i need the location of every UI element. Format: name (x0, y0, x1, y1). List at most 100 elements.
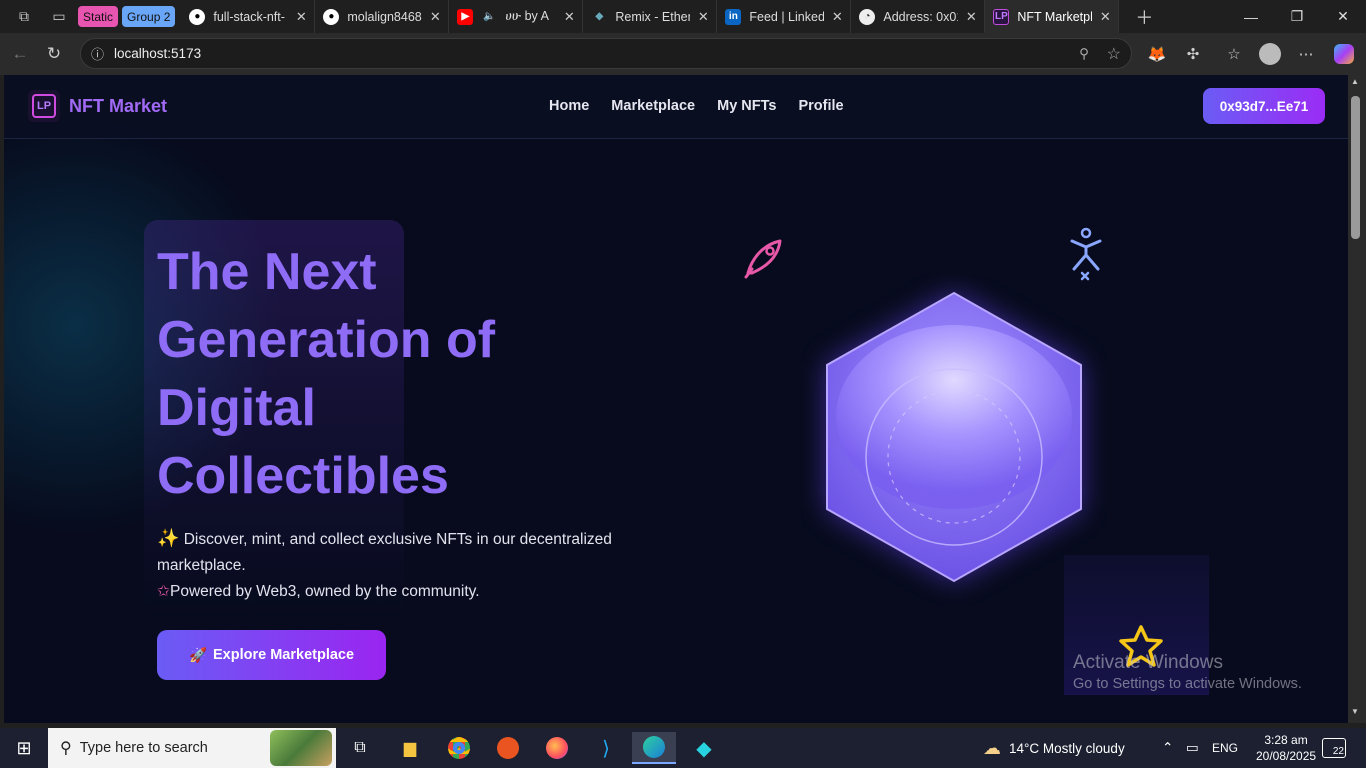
close-window-icon[interactable]: ✕ (1320, 0, 1366, 33)
tab-youtube[interactable]: ▶ 🔈 ሀሁ by A ✕ (449, 0, 584, 33)
scrollbar-thumb[interactable] (1351, 96, 1360, 239)
sparkles-icon: ✨ (157, 528, 180, 548)
github-icon: ● (189, 8, 206, 25)
brand-name[interactable]: NFT Market (69, 96, 167, 117)
edge-icon[interactable] (632, 732, 676, 764)
file-explorer-icon[interactable]: ▆ (388, 732, 432, 764)
close-tab-icon[interactable]: ✕ (696, 9, 710, 25)
nav-marketplace[interactable]: Marketplace (611, 98, 695, 114)
desc-line-2: Powered by Web3, owned by the community. (170, 583, 480, 600)
browser-tabstrip: ⧉ ▭ Static Group 2 ● full-stack-nft- ✕ ● mo… (0, 0, 1366, 33)
url-field[interactable]: ⓘ localhost:5173 ⚲ ☆ (80, 38, 1132, 69)
linkedin-icon: in (725, 8, 742, 25)
lp-icon: LP (993, 8, 1010, 25)
new-tab-icon[interactable]: ＋ (1133, 6, 1155, 28)
activate-windows-subtitle: Go to Settings to activate Windows. (1073, 676, 1302, 692)
back-icon[interactable]: ← (3, 39, 37, 69)
tray-chevron-icon[interactable]: ⌃ (1162, 728, 1173, 768)
restore-icon[interactable]: ❐ (1274, 0, 1320, 33)
youtube-icon: ▶ (457, 8, 474, 25)
tab-nft-marketplace[interactable]: LP NFT Marketpl ✕ (985, 0, 1120, 33)
remix-icon: ◆ (595, 11, 604, 22)
url-text: localhost:5173 (114, 46, 202, 61)
profile-avatar-icon[interactable] (1255, 39, 1285, 69)
nav-links: Home Marketplace My NFTs Profile (549, 98, 844, 114)
tab-group-2[interactable]: Group 2 (122, 6, 176, 27)
task-view-icon[interactable]: ⧉ (338, 732, 382, 764)
chrome-icon[interactable] (437, 732, 481, 764)
favorite-star-icon[interactable]: ☆ (1107, 44, 1121, 64)
favorites-icon[interactable]: ☆ (1219, 39, 1249, 69)
nft-market-page: LP NFT Market Home Marketplace My NFTs P… (4, 75, 1348, 723)
language-indicator[interactable]: ENG (1212, 728, 1238, 768)
rocket-icon: 🚀 (188, 647, 207, 664)
activate-windows-title: Activate Windows (1073, 652, 1223, 673)
zoom-icon[interactable]: ⚲ (1079, 46, 1089, 62)
hero-title-line: Generation of (157, 311, 496, 369)
tab-linkedin[interactable]: in Feed | LinkedI ✕ (717, 0, 852, 33)
tab-full-stack-nft[interactable]: ● full-stack-nft- ✕ (181, 0, 316, 33)
windows-start-icon[interactable]: ⊞ (2, 732, 46, 764)
minimize-icon[interactable]: — (1228, 0, 1274, 33)
scroll-up-icon[interactable]: ▲ (1351, 77, 1359, 86)
hero-title: The Next Generation of Digital Collectib… (157, 238, 577, 510)
weather-text: 14°C Mostly cloudy (1009, 740, 1125, 756)
hero-title-line: Collectibles (157, 447, 449, 505)
search-icon: ⚲ (60, 740, 72, 757)
tab-remix[interactable]: ◆ Remix - Ethen ✕ (583, 0, 718, 33)
close-tab-icon[interactable]: ✕ (294, 9, 308, 25)
tab-group-static[interactable]: Static (78, 6, 119, 27)
desc-line-1: Discover, mint, and collect exclusive NF… (157, 531, 612, 574)
close-tab-icon[interactable]: ✕ (562, 9, 576, 25)
more-menu-icon[interactable]: ⋯ (1291, 39, 1321, 69)
hero-title-line: Digital (157, 379, 316, 437)
copilot-icon[interactable] (1329, 39, 1359, 69)
workspaces-icon[interactable]: ⧉ (13, 6, 35, 28)
sparkle-star-icon: ✩ (157, 583, 170, 600)
vscode-icon[interactable]: ⟩ (584, 732, 628, 764)
tab-molalign[interactable]: ● molalign8468 ✕ (315, 0, 450, 33)
close-tab-icon[interactable]: ✕ (830, 9, 844, 25)
lp-logo-icon[interactable]: LP (28, 90, 60, 122)
clock-date: 20/08/2025 (1256, 749, 1317, 763)
cube-app-icon[interactable]: ◆ (682, 732, 726, 764)
refresh-icon[interactable]: ↻ (37, 39, 71, 69)
logo-text: LP (32, 94, 56, 118)
close-tab-icon[interactable]: ✕ (964, 9, 978, 25)
close-tab-icon[interactable]: ✕ (428, 9, 442, 25)
close-tab-icon[interactable]: ✕ (1098, 9, 1112, 25)
weather-widget[interactable]: ☁ 14°C Mostly cloudy (983, 728, 1125, 768)
hero-title-line: The Next (157, 243, 377, 301)
address-toolbar: ← ↻ ⓘ localhost:5173 ⚲ ☆ 🦊 ✣ ☆ ⋯ (0, 33, 1366, 75)
person-sparkle-icon (1070, 227, 1102, 281)
notification-count: 22 (1322, 738, 1346, 758)
search-highlight-image (270, 730, 332, 766)
network-battery-icon[interactable]: ▭ (1186, 728, 1199, 768)
top-navbar: LP NFT Market Home Marketplace My NFTs P… (4, 75, 1348, 139)
ubuntu-icon[interactable] (486, 732, 530, 764)
scroll-down-icon[interactable]: ▼ (1351, 707, 1359, 716)
nav-home[interactable]: Home (549, 98, 589, 114)
search-placeholder: Type here to search (79, 740, 208, 756)
info-icon[interactable]: ⓘ (91, 44, 104, 63)
etherscan-icon: ◔ (859, 8, 876, 25)
rocket-outline-icon (744, 239, 782, 279)
windows-taskbar: ⊞ ⚲ Type here to search ⧉ ▆ ⟩ ◆ ☁ 14°C M… (0, 728, 1366, 768)
notification-center-icon[interactable]: 22 (1322, 728, 1346, 768)
tab-etherscan[interactable]: ◔ Address: 0x01 ✕ (851, 0, 986, 33)
nav-profile[interactable]: Profile (798, 98, 843, 114)
nav-my-nfts[interactable]: My NFTs (717, 98, 776, 114)
hero-description: ✨ Discover, mint, and collect exclusive … (157, 525, 637, 605)
clock[interactable]: 3:28 am 20/08/2025 (1256, 728, 1316, 768)
tab-actions-icon[interactable]: ▭ (48, 6, 70, 28)
speaker-icon[interactable]: 🔈 (481, 9, 497, 25)
taskbar-search-field[interactable]: ⚲ Type here to search (48, 728, 336, 768)
extensions-icon[interactable]: ✣ (1178, 39, 1208, 69)
wallet-address-button[interactable]: 0x93d7...Ee71 (1203, 88, 1325, 124)
cloud-sun-icon: ☁ (983, 737, 1001, 758)
explore-label: Explore Marketplace (213, 647, 355, 663)
github-icon: ● (323, 8, 340, 25)
explore-marketplace-button[interactable]: 🚀 Explore Marketplace (157, 630, 386, 680)
firefox-icon[interactable] (535, 732, 579, 764)
metamask-icon[interactable]: 🦊 (1142, 39, 1172, 69)
